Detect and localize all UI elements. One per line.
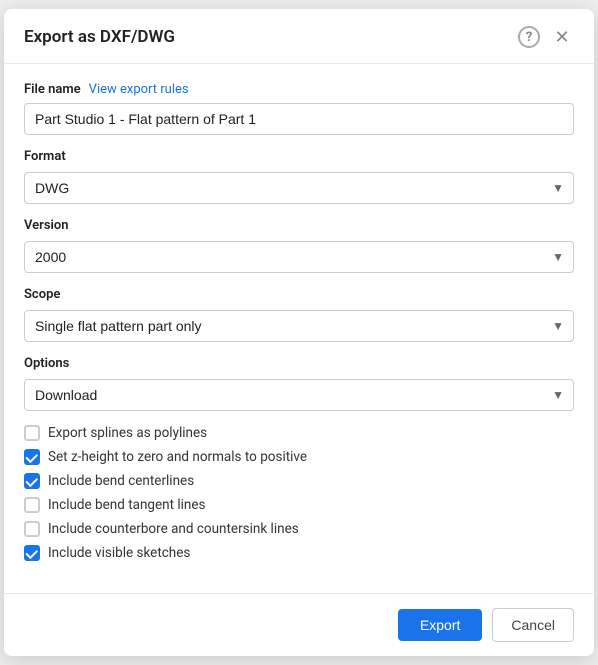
version-select-wrapper: 2000 2004 2007 2010 2013 2018 ▼ bbox=[24, 241, 574, 273]
format-select-wrapper: DWG DXF ▼ bbox=[24, 172, 574, 204]
cancel-button[interactable]: Cancel bbox=[492, 608, 574, 642]
checkbox-1[interactable] bbox=[24, 425, 40, 441]
export-button[interactable]: Export bbox=[398, 609, 482, 641]
dialog-body: File name View export rules Format DWG D… bbox=[4, 64, 594, 585]
version-select[interactable]: 2000 2004 2007 2010 2013 2018 bbox=[24, 241, 574, 273]
file-name-label: File name View export rules bbox=[24, 82, 574, 97]
checkbox-5[interactable] bbox=[24, 521, 40, 537]
scope-select[interactable]: Single flat pattern part only All parts bbox=[24, 310, 574, 342]
checkbox-2[interactable] bbox=[24, 449, 40, 465]
checkbox-row: Include bend centerlines bbox=[24, 473, 574, 489]
format-select[interactable]: DWG DXF bbox=[24, 172, 574, 204]
version-label: Version bbox=[24, 218, 574, 233]
checkbox-row: Export splines as polylines bbox=[24, 425, 574, 441]
checkbox-3[interactable] bbox=[24, 473, 40, 489]
close-button[interactable]: ✕ bbox=[550, 25, 574, 49]
header-icons: ? ✕ bbox=[518, 25, 574, 49]
checkbox-label-1: Export splines as polylines bbox=[48, 425, 207, 441]
scope-label: Scope bbox=[24, 287, 574, 302]
view-export-rules-link[interactable]: View export rules bbox=[89, 82, 189, 97]
file-name-input[interactable] bbox=[24, 103, 574, 135]
options-label: Options bbox=[24, 356, 574, 371]
checkbox-row: Include counterbore and countersink line… bbox=[24, 521, 574, 537]
checkbox-4[interactable] bbox=[24, 497, 40, 513]
checkbox-row: Set z-height to zero and normals to posi… bbox=[24, 449, 574, 465]
dialog-header: Export as DXF/DWG ? ✕ bbox=[4, 9, 594, 64]
checkbox-label-2: Set z-height to zero and normals to posi… bbox=[48, 449, 307, 465]
checkbox-6[interactable] bbox=[24, 545, 40, 561]
export-dialog: Export as DXF/DWG ? ✕ File name View exp… bbox=[4, 9, 594, 656]
checkbox-row: Include visible sketches bbox=[24, 545, 574, 561]
dialog-footer: Export Cancel bbox=[4, 593, 594, 656]
scope-select-wrapper: Single flat pattern part only All parts … bbox=[24, 310, 574, 342]
checkbox-label-3: Include bend centerlines bbox=[48, 473, 194, 489]
options-select-wrapper: Download Open in new tab ▼ bbox=[24, 379, 574, 411]
checkboxes-section: Export splines as polylines Set z-height … bbox=[24, 425, 574, 561]
help-icon[interactable]: ? bbox=[518, 26, 540, 48]
checkbox-row: Include bend tangent lines bbox=[24, 497, 574, 513]
dialog-title: Export as DXF/DWG bbox=[24, 27, 175, 47]
checkbox-label-4: Include bend tangent lines bbox=[48, 497, 206, 513]
format-label: Format bbox=[24, 149, 574, 164]
checkbox-label-6: Include visible sketches bbox=[48, 545, 190, 561]
options-select[interactable]: Download Open in new tab bbox=[24, 379, 574, 411]
checkbox-label-5: Include counterbore and countersink line… bbox=[48, 521, 299, 537]
